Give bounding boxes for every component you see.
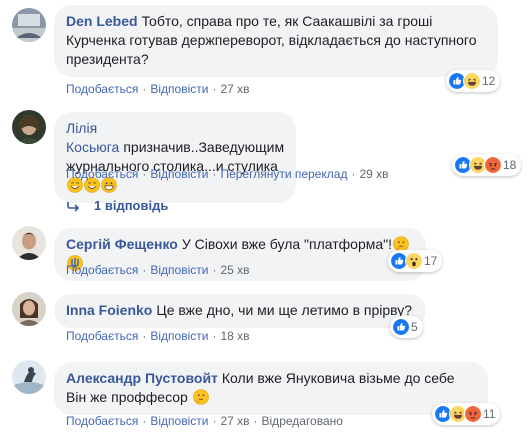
reply-button[interactable]: Відповісти: [150, 167, 208, 181]
separator: ·: [142, 82, 147, 96]
avatar[interactable]: [12, 226, 46, 260]
reaction-count: 12: [482, 74, 496, 88]
timestamp[interactable]: 27 хв: [220, 414, 249, 428]
comment-author[interactable]: Den Lebed: [66, 13, 138, 29]
like-icon: [392, 318, 410, 336]
comment-actions: Подобається · Відповісти · 25 хв: [66, 262, 250, 278]
reaction-count: 11: [483, 407, 496, 421]
reply-button[interactable]: Відповісти: [150, 82, 208, 96]
comment-author[interactable]: Александр Пустовойт: [66, 370, 218, 386]
comment-bubble: Inna Foienko Це вже дно, чи ми ще летимо …: [54, 294, 426, 328]
angry-icon: [484, 156, 502, 174]
timestamp[interactable]: 29 хв: [359, 167, 388, 181]
reaction-summary[interactable]: 18: [452, 154, 522, 176]
comment-text: У Сівохи вже була "платформа"!: [181, 236, 393, 252]
comment-author[interactable]: Сергій Фещенко: [66, 236, 178, 252]
comment-author[interactable]: Inna Foienko: [66, 302, 152, 318]
reply-button[interactable]: Відповісти: [150, 414, 208, 428]
reaction-summary[interactable]: 17: [388, 250, 443, 272]
separator: ·: [142, 414, 147, 428]
comment-actions: Подобається · Відповісти · 27 хв · Відредагова…: [66, 413, 343, 429]
avatar[interactable]: [12, 292, 46, 326]
like-button[interactable]: Подобається: [66, 263, 138, 277]
comment-bubble: Александр Пустовойт Коли вже Януковича ві…: [54, 362, 488, 415]
comment-bubble: Den Lebed Тобто, справа про те, як Саакаш…: [54, 5, 498, 77]
like-button[interactable]: Подобається: [66, 167, 138, 181]
timestamp[interactable]: 27 хв: [220, 82, 249, 96]
comment-actions: Подобається · Відповісти · 18 хв: [66, 328, 250, 344]
reply-button[interactable]: Відповісти: [150, 329, 208, 343]
comment-actions: Подобається · Відповісти · Переглянути перек…: [66, 166, 389, 182]
reaction-summary[interactable]: 5: [390, 316, 423, 338]
thinking-emoji-icon: [193, 389, 209, 405]
separator: ·: [212, 263, 217, 277]
reaction-summary[interactable]: 11: [432, 403, 501, 425]
reply-arrow-icon: [67, 201, 80, 212]
reaction-summary[interactable]: 12: [446, 70, 501, 92]
like-button[interactable]: Подобається: [66, 414, 138, 428]
separator: ·: [142, 167, 147, 181]
replies-count-label: 1 відповідь: [94, 198, 169, 213]
comment-author[interactable]: Лілія Косьюга: [66, 120, 119, 155]
separator: ·: [212, 167, 217, 181]
reaction-count: 18: [503, 158, 517, 172]
separator: ·: [142, 263, 147, 277]
edited-label[interactable]: Відредаговано: [262, 414, 343, 428]
separator: ·: [142, 329, 147, 343]
separator: ·: [253, 414, 258, 428]
timestamp[interactable]: 18 хв: [220, 329, 249, 343]
wow-icon: [405, 252, 423, 270]
reaction-count: 17: [424, 254, 438, 268]
see-translation-link[interactable]: Переглянути переклад: [220, 167, 347, 181]
reaction-count: 5: [411, 320, 418, 334]
comment-actions: Подобається · Відповісти · 27 хв: [66, 81, 250, 97]
like-button[interactable]: Подобається: [66, 82, 138, 96]
avatar[interactable]: [12, 8, 46, 42]
separator: ·: [351, 167, 356, 181]
separator: ·: [212, 82, 217, 96]
laugh-icon: [463, 72, 481, 90]
angry-icon: [464, 405, 482, 423]
comment-bubble: Лілія Косьюга призначив..Заведующим журна…: [54, 112, 296, 203]
view-replies-link[interactable]: 1 відповідь: [66, 198, 168, 213]
comment-text: Це вже дно, чи ми ще летимо в прірву?: [156, 302, 413, 318]
avatar[interactable]: [12, 110, 46, 144]
separator: ·: [212, 414, 217, 428]
like-button[interactable]: Подобається: [66, 329, 138, 343]
reply-button[interactable]: Відповісти: [150, 263, 208, 277]
timestamp[interactable]: 25 хв: [220, 263, 249, 277]
avatar[interactable]: [12, 360, 46, 394]
separator: ·: [212, 329, 217, 343]
